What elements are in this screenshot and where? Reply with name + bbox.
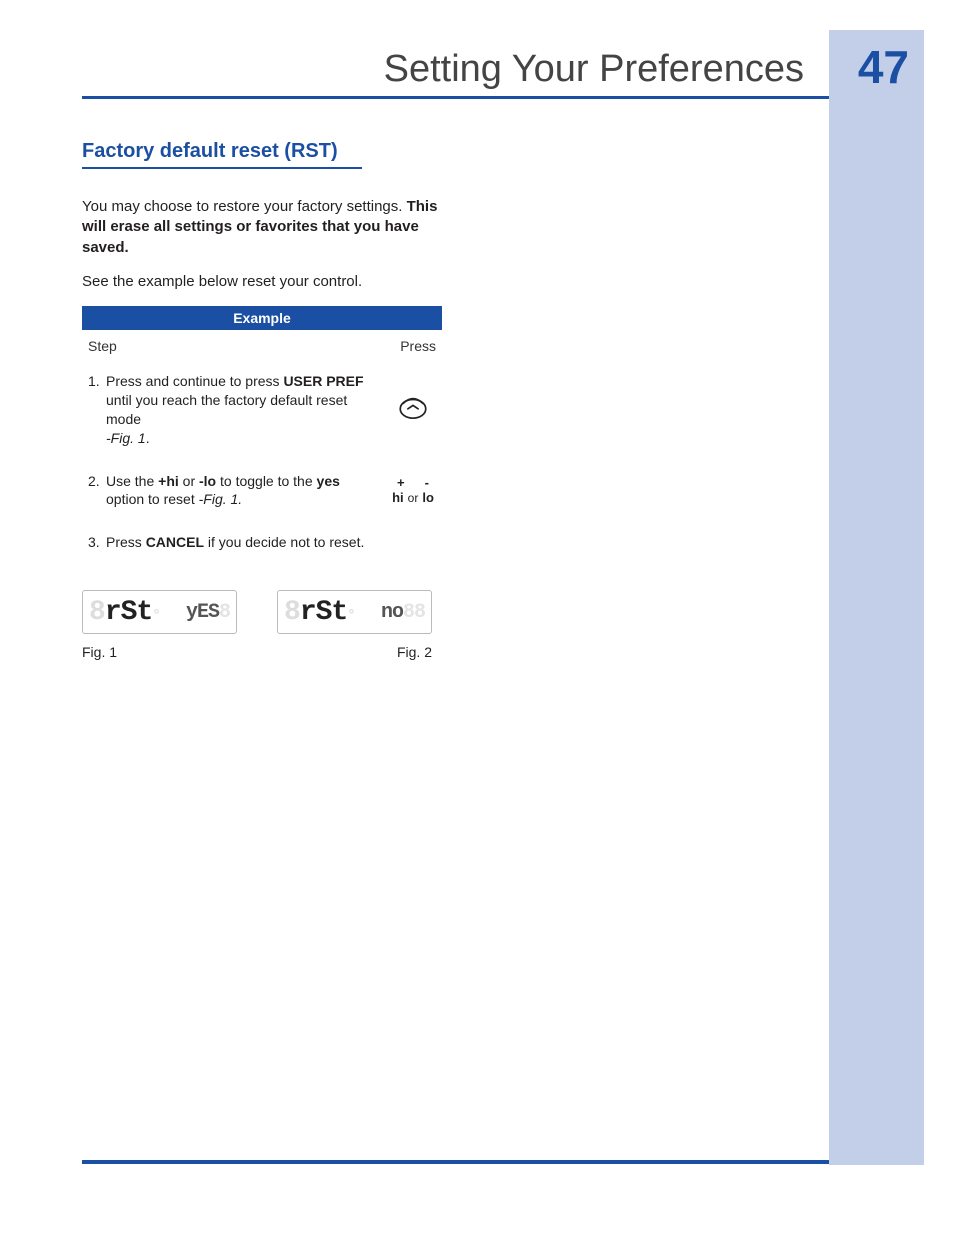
step-3-number: 3. [88, 533, 100, 552]
col-press: Press [384, 330, 442, 362]
display-1-main: 8rSt° [89, 597, 160, 628]
step-3-cell: 3. Press CANCEL if you decide not to res… [82, 523, 384, 566]
hi-label: hi [392, 491, 404, 504]
step-2-figref: -Fig. 1. [199, 491, 243, 507]
figure-1: 8rSt° yES8 Fig. 1 [82, 590, 237, 660]
figure-2: 8rSt° no88 Fig. 2 [277, 590, 432, 660]
table-row: 1. Press and continue to press USER PREF… [82, 362, 442, 462]
step-2-hi: +hi [158, 473, 179, 489]
step-1-period: . [146, 430, 150, 446]
figure-2-caption: Fig. 2 [277, 644, 432, 660]
display-2-main: 8rSt° [284, 597, 355, 628]
minus-symbol: - [425, 476, 429, 489]
intro-paragraph-1: You may choose to restore your factory s… [82, 197, 442, 258]
page-number: 47 [858, 40, 909, 94]
lo-label: lo [422, 491, 434, 504]
body-column: Factory default reset (RST) You may choo… [82, 140, 442, 660]
page-title: Setting Your Preferences [0, 48, 814, 91]
step-1-number: 1. [88, 372, 100, 391]
display-2: 8rSt° no88 [277, 590, 432, 634]
intro-paragraph-2: See the example below reset your control… [82, 272, 442, 292]
step-1-userpref: USER PREF [283, 373, 363, 389]
section-heading: Factory default reset (RST) [82, 140, 442, 163]
page-side-column [829, 30, 924, 1165]
step-1-press-cell [384, 362, 442, 462]
header-rule [82, 96, 829, 99]
step-2-g: option to reset [106, 491, 199, 507]
table-row: 3. Press CANCEL if you decide not to res… [82, 523, 442, 566]
section-underline [82, 167, 362, 169]
example-table: Example Step Press 1. Press and continue… [82, 306, 442, 566]
table-header-row: Step Press [82, 330, 442, 362]
step-2-number: 2. [88, 472, 100, 491]
hilo-control: + - hi or lo [390, 476, 436, 504]
manual-page: 47 Setting Your Preferences Factory defa… [0, 0, 954, 1235]
table-row: 2. Use the +hi or -lo to toggle to the y… [82, 462, 442, 524]
table-title-row: Example [82, 306, 442, 330]
step-1-part-c: until you reach the factory default rese… [106, 392, 347, 427]
table-title: Example [82, 306, 442, 330]
step-2-press-cell: + - hi or lo [384, 462, 442, 524]
hilo-labels: hi or lo [390, 491, 436, 504]
step-3-a: Press [106, 534, 146, 550]
intro-text: You may choose to restore your factory s… [82, 198, 407, 215]
step-2-a: Use the [106, 473, 158, 489]
hilo-symbols: + - [390, 476, 436, 489]
display-1-sub: yES8 [186, 601, 230, 624]
step-2-lo: -lo [199, 473, 216, 489]
step-1-figref: -Fig. 1 [106, 430, 146, 446]
step-2-cell: 2. Use the +hi or -lo to toggle to the y… [82, 462, 384, 524]
step-3-press-cell [384, 523, 442, 566]
or-label: or [408, 492, 419, 504]
figure-1-caption: Fig. 1 [82, 644, 237, 660]
display-1: 8rSt° yES8 [82, 590, 237, 634]
step-3-text: 3. Press CANCEL if you decide not to res… [88, 533, 378, 552]
step-3-cancel: CANCEL [146, 534, 204, 550]
dial-icon [396, 408, 430, 424]
step-3-c: if you decide not to reset. [208, 534, 364, 550]
step-2-text: 2. Use the +hi or -lo to toggle to the y… [88, 472, 378, 510]
figures-row: 8rSt° yES8 Fig. 1 8rSt° no88 Fig. 2 [82, 590, 442, 660]
step-1-part-a: Press and continue to press [106, 373, 283, 389]
footer-rule [82, 1160, 829, 1164]
step-1-text: 1. Press and continue to press USER PREF… [88, 372, 378, 448]
step-2-c: or [183, 473, 199, 489]
step-2-yes: yes [317, 473, 340, 489]
step-2-e: to toggle to the [220, 473, 317, 489]
display-2-sub: no88 [381, 601, 425, 624]
step-1-cell: 1. Press and continue to press USER PREF… [82, 362, 384, 462]
col-step: Step [82, 330, 384, 362]
plus-symbol: + [397, 476, 405, 489]
